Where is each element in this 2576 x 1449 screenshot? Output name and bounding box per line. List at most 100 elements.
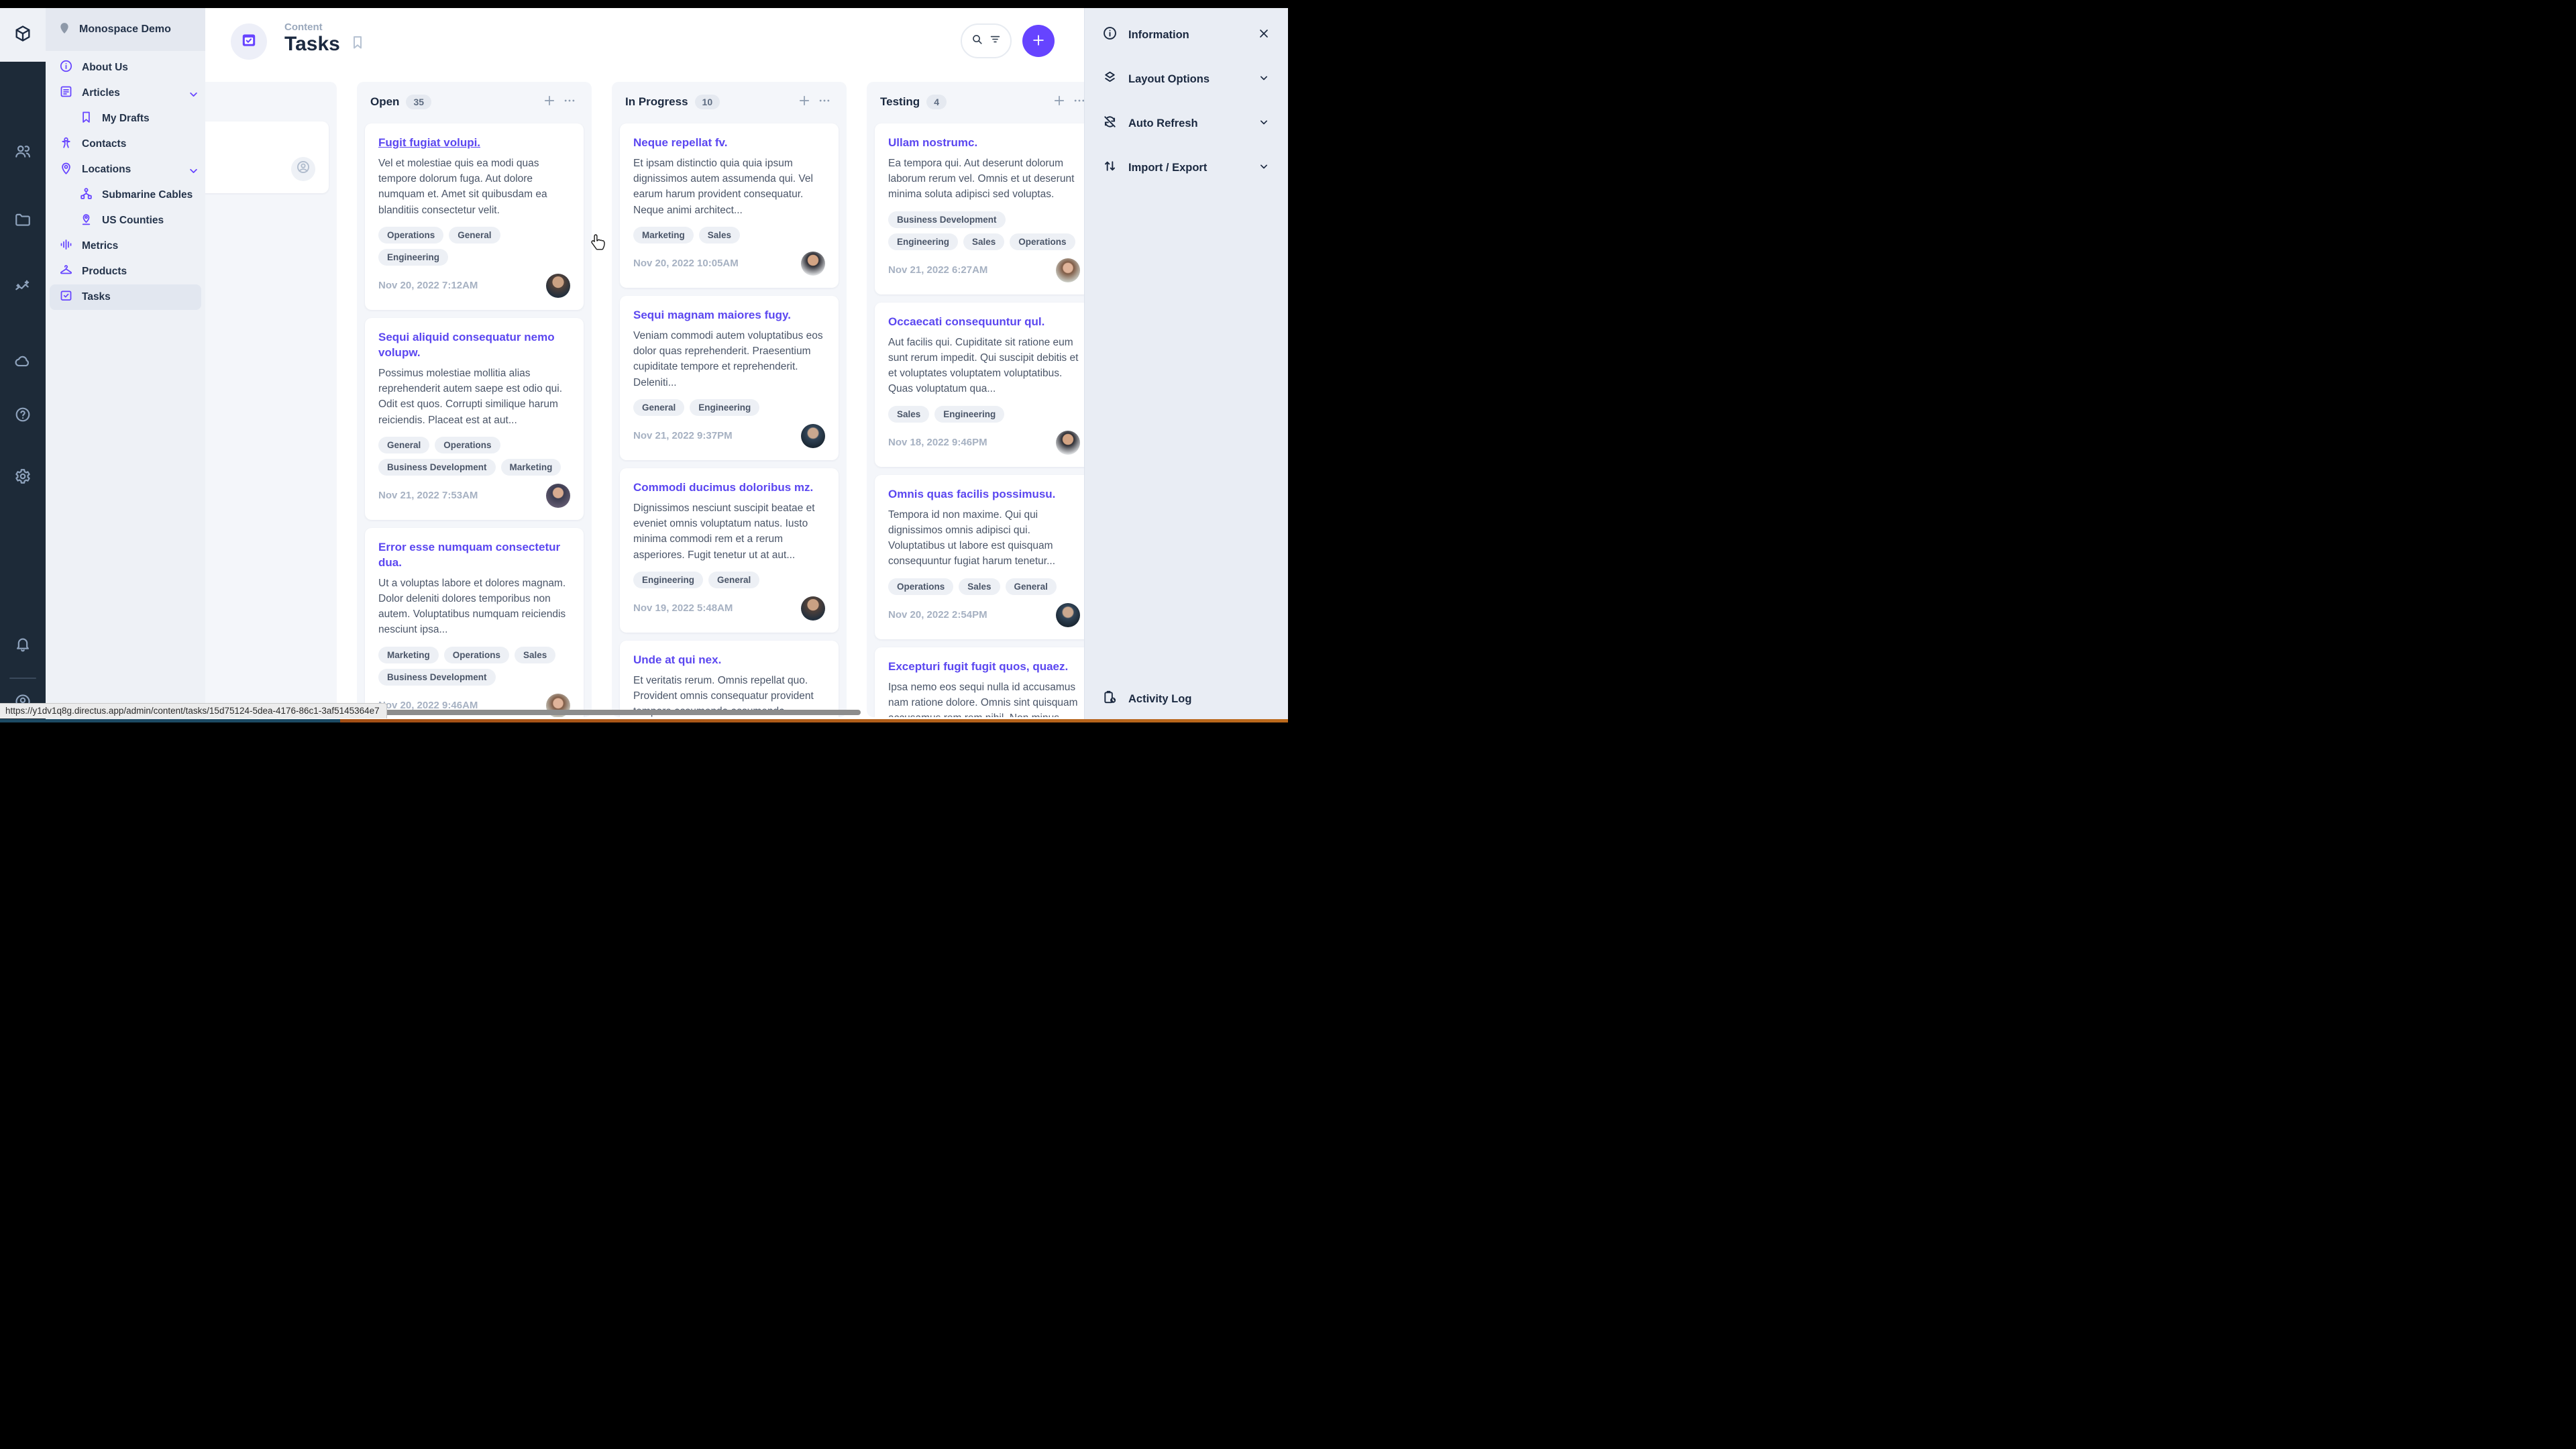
task-card-title[interactable]: Error esse numquam consectetur dua. [378, 540, 570, 571]
sidebar-item-locations[interactable]: Locations [46, 157, 205, 182]
notifications-bell[interactable] [0, 632, 46, 659]
users-icon [14, 143, 32, 164]
task-card[interactable]: Excepturi fugit fugit quos, quaez.Ipsa n… [875, 647, 1084, 717]
task-card-title[interactable]: Occaecati consequuntur qul. [888, 315, 1080, 330]
sidebar-item-products[interactable]: Products [46, 259, 205, 284]
module-folder[interactable] [0, 208, 46, 235]
module-help[interactable] [0, 402, 46, 429]
module-users[interactable] [0, 140, 46, 166]
task-card-title[interactable]: Neque repellat fv. [633, 136, 825, 151]
project-name: Monospace Demo [79, 23, 171, 36]
task-card-footer: Nov 20, 2022 2:54PM [888, 603, 1080, 627]
task-card[interactable]: Error esse numquam consectetur dua.Ut a … [365, 528, 584, 717]
chevron-down-icon[interactable] [1257, 115, 1271, 132]
sidebar-item-label: Locations [82, 164, 178, 176]
tag-pill: Business Development [378, 669, 496, 686]
tag-pill: Engineering [934, 406, 1004, 423]
task-card-title[interactable]: Fugit fugiat volupi. [378, 136, 570, 151]
task-card-date: Nov 20, 2022 7:12AM [378, 280, 478, 291]
sidebar-section-import-export[interactable]: Import / Export [1085, 150, 1288, 185]
project-switcher[interactable]: Monospace Demo [46, 8, 205, 51]
task-card-title[interactable]: Sequi magnam maiores fugy. [633, 308, 825, 323]
task-card-tags: SalesEngineering [888, 406, 1080, 423]
sidebar-item-label: Contacts [82, 138, 199, 150]
module-bar-divider [9, 678, 36, 679]
sidebar-item-metrics[interactable]: Metrics [46, 233, 205, 259]
chevron-down-icon[interactable] [1257, 160, 1271, 176]
column-menu-button[interactable] [559, 92, 580, 112]
task-card-description: Aut facilis qui. Cupiditate sit ratione … [888, 335, 1080, 397]
task-card-footer: Nov 21, 2022 9:37PM [633, 424, 825, 448]
sidebar-item-submarine-cables[interactable]: Submarine Cables [46, 182, 205, 208]
column-add-button[interactable] [794, 92, 814, 112]
sidebar-item-tasks[interactable]: Tasks [50, 284, 201, 310]
task-card-title[interactable]: Ullam nostrumc. [888, 136, 1080, 151]
avatar [1056, 603, 1080, 627]
hanger-icon [59, 263, 73, 280]
task-card-footer: Nov 18, 2022 9:46PM [888, 431, 1080, 455]
tag-pill: Sales [515, 647, 555, 663]
avatar [1056, 258, 1080, 282]
column-add-button[interactable] [539, 92, 559, 112]
sidebar-item-activity-log[interactable]: Activity Log [1085, 680, 1288, 718]
tag-pill: Operations [435, 437, 500, 453]
window-top-bar [0, 0, 1288, 8]
sidebar-item-articles[interactable]: Articles [46, 80, 205, 106]
sidebar-section-layout-options[interactable]: Layout Options [1085, 62, 1288, 97]
task-card[interactable]: Fugit fugiat volupi.Vel et molestiae qui… [365, 123, 584, 310]
sidebar-section-auto-refresh[interactable]: Auto Refresh [1085, 106, 1288, 141]
task-card[interactable]: Unde at qui nex.Et veritatis rerum. Omni… [620, 641, 839, 717]
search-icon[interactable] [971, 33, 983, 49]
task-card-title[interactable]: Omnis quas facilis possimusu. [888, 487, 1080, 502]
tag-pill: Operations [1010, 233, 1075, 250]
checkbox-icon [59, 288, 73, 306]
sidebar-section-information[interactable]: Information [1085, 17, 1288, 52]
search-filter-pill[interactable] [961, 23, 1012, 58]
task-card[interactable]: Omnis quas facilis possimusu.Tempora id … [875, 475, 1084, 639]
column-add-button[interactable] [1049, 92, 1069, 112]
column-menu-button[interactable] [1069, 92, 1084, 112]
column-menu-button[interactable] [814, 92, 835, 112]
task-card-title[interactable]: Commodi ducimus doloribus mz. [633, 480, 825, 496]
task-card-tags: OperationsGeneralEngineering [378, 227, 570, 266]
sidebar-item-my-drafts[interactable]: My Drafts [46, 106, 205, 131]
task-card-date: Nov 21, 2022 7:53AM [378, 490, 478, 501]
sidebar-section-label: Auto Refresh [1128, 117, 1246, 130]
sidebar-item-us-counties[interactable]: US Counties [46, 208, 205, 233]
task-card-tags: Business DevelopmentEngineeringSalesOper… [888, 211, 1080, 250]
sidebar-item-label: My Drafts [102, 113, 199, 125]
task-card[interactable]: Ullam nostrumc.Ea tempora qui. Aut deser… [875, 123, 1084, 294]
sidebar-item-about-us[interactable]: About Us [46, 55, 205, 80]
module-content[interactable] [0, 8, 46, 62]
chevron-down-icon[interactable] [1257, 71, 1271, 88]
close-icon[interactable] [1257, 27, 1271, 44]
cloud-icon [14, 352, 32, 373]
app-window: Monospace Demo About UsArticles My Drafts… [0, 0, 1288, 724]
task-card-date: Nov 19, 2022 5:48AM [633, 602, 733, 614]
task-card-title[interactable]: Excepturi fugit fugit quos, quaez. [888, 659, 1080, 675]
task-card-date: Nov 20, 2022 10:05AM [633, 258, 739, 269]
task-card[interactable]: Commodi ducimus doloribus mz.Dignissimos… [620, 468, 839, 633]
filter-icon[interactable] [989, 33, 1002, 49]
task-card-title[interactable]: Unde at qui nex. [633, 653, 825, 668]
tag-pill: Operations [378, 227, 443, 244]
task-card[interactable]: Neque repellat fv.Et ipsam distinctio qu… [620, 123, 839, 288]
task-card[interactable]: Occaecati consequuntur qul. Aut facilis q… [875, 303, 1084, 467]
task-card[interactable]: Sequi magnam maiores fugy.Veniam commodi… [620, 296, 839, 460]
task-card-description: Possimus molestiae mollitia alias repreh… [378, 366, 570, 428]
sidebar-item-contacts[interactable]: Contacts [46, 131, 205, 157]
avatar [801, 252, 825, 276]
tag-pill: General [1006, 578, 1057, 595]
map-pin-u-icon [79, 212, 93, 229]
tag-pill: General [633, 399, 684, 416]
task-card[interactable]: Sequi aliquid consequatur nemo volupw. Po… [365, 318, 584, 520]
task-card-footer: Nov 21, 2022 7:53AM [378, 484, 570, 508]
module-gear[interactable] [0, 464, 46, 491]
task-card-title[interactable]: Sequi aliquid consequatur nemo volupw. [378, 330, 570, 361]
module-cloud[interactable] [0, 349, 46, 376]
module-insights[interactable] [0, 275, 46, 302]
add-item-button[interactable] [1022, 25, 1055, 57]
column-name: Open [370, 95, 399, 109]
task-card[interactable]: ished taskPM [205, 121, 329, 193]
bookmark-icon[interactable] [350, 33, 366, 56]
